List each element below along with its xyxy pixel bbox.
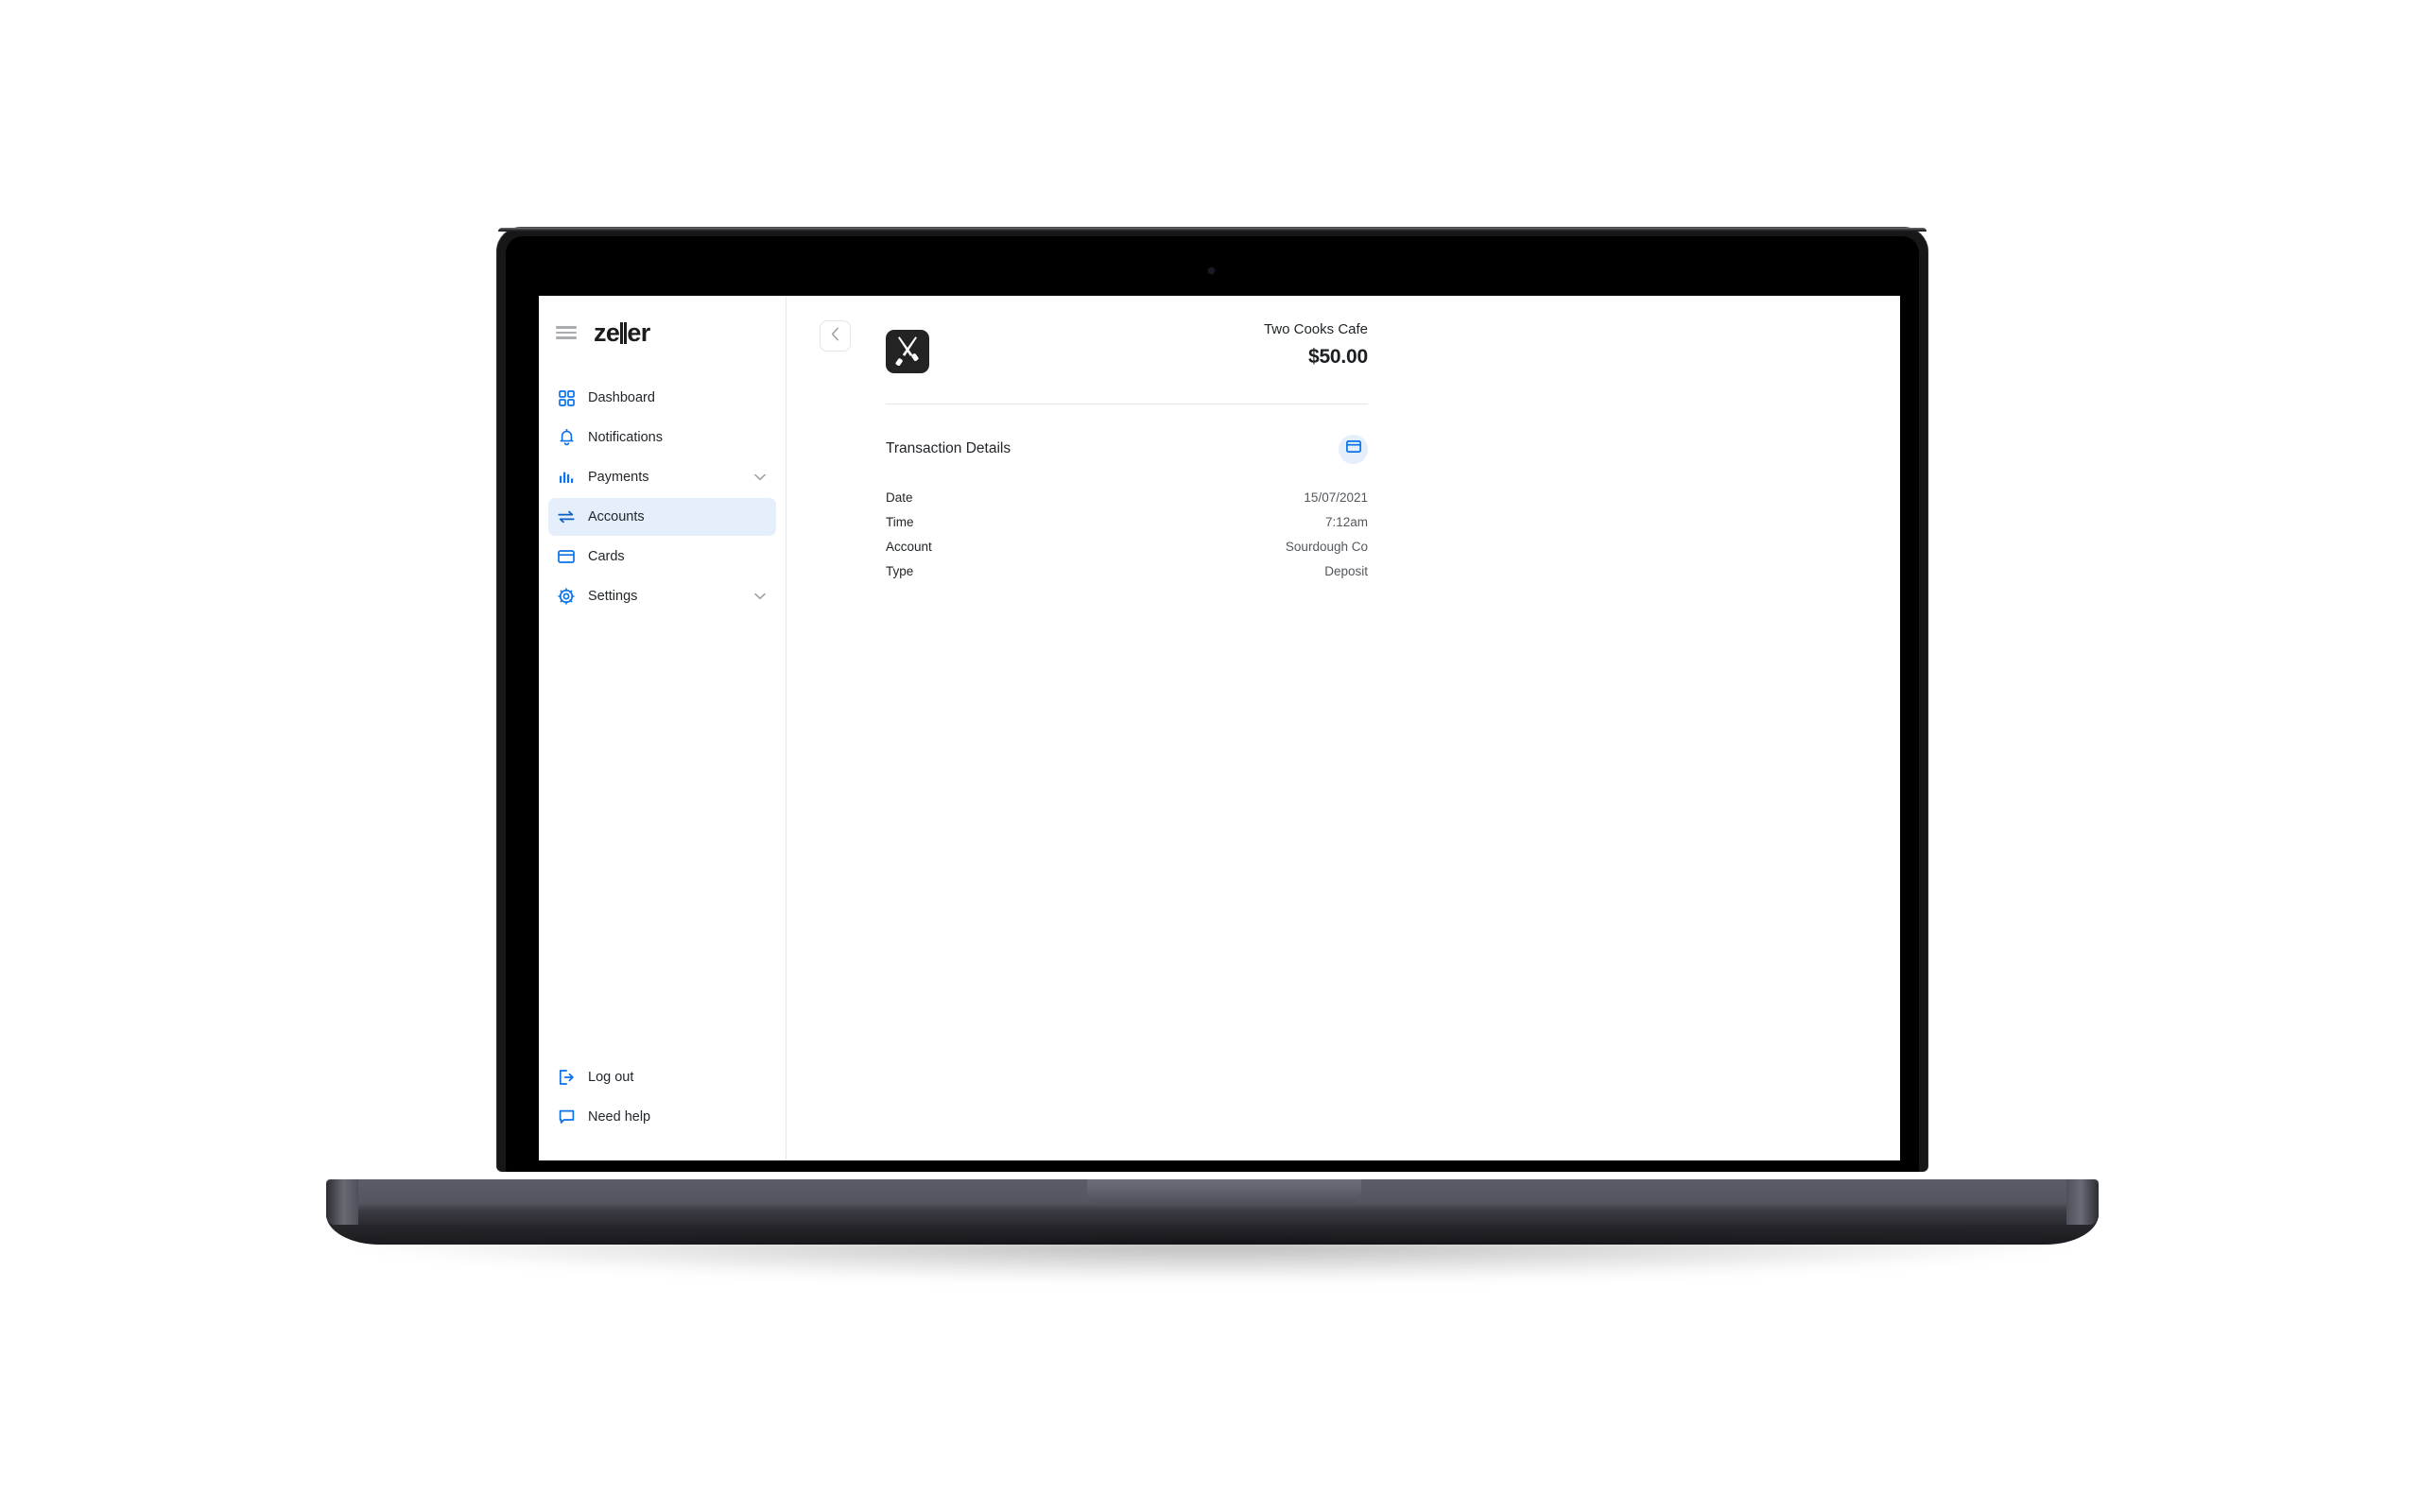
detail-label: Date	[886, 490, 913, 506]
laptop-base-endcap-left	[326, 1179, 358, 1225]
transaction-amount: $50.00	[1307, 345, 1368, 368]
detail-value: 7:12am	[1324, 515, 1368, 530]
screen-viewport: ze er Dashboard Notifications Payments A…	[539, 296, 1900, 1160]
sidebar-item-label: Log out	[588, 1069, 634, 1085]
sidebar-item-logout[interactable]: Log out	[548, 1058, 776, 1096]
merchant-logo	[886, 330, 929, 373]
sidebar-item-notifications[interactable]: Notifications	[548, 419, 776, 456]
sidebar-item-cards[interactable]: Cards	[548, 538, 776, 576]
sidebar-item-settings[interactable]: Settings	[548, 577, 776, 615]
sidebar-item-label: Cards	[588, 548, 625, 564]
detail-label: Time	[886, 515, 914, 530]
detail-value: Deposit	[1324, 564, 1368, 579]
sidebar-item-label: Notifications	[588, 429, 663, 445]
laptop-base-endcap-right	[2066, 1179, 2099, 1225]
sidebar-item-label: Dashboard	[588, 389, 655, 405]
app-root: ze er Dashboard Notifications Payments A…	[539, 296, 1900, 1160]
details-title: Transaction Details	[886, 440, 1011, 457]
laptop-camera-icon	[1208, 267, 1215, 274]
hamburger-icon[interactable]	[556, 324, 577, 341]
card-icon	[1345, 440, 1361, 457]
sidebar-item-label: Need help	[588, 1108, 651, 1125]
details-table: Date 15/07/2021 Time 7:12am Account Sour…	[886, 486, 1368, 584]
crossed-knives-icon	[891, 334, 924, 370]
brand-logo: ze er	[594, 318, 650, 347]
detail-value: 15/07/2021	[1304, 490, 1368, 506]
detail-row-type: Type Deposit	[886, 559, 1368, 584]
transfer-arrows-icon	[556, 507, 577, 527]
chevron-down-icon[interactable]	[753, 590, 767, 603]
transaction-summary: Two Cooks Cafe $50.00	[1264, 318, 1368, 369]
details-title-row: Transaction Details	[886, 433, 1368, 465]
main-content: Two Cooks Cafe $50.00 Transaction Detail…	[786, 296, 1900, 1160]
bell-icon	[556, 427, 577, 448]
brand-logo-part2: er	[627, 318, 650, 347]
transaction-header: Two Cooks Cafe $50.00	[820, 318, 1368, 385]
logout-icon	[556, 1067, 577, 1088]
sidebar-header: ze er	[539, 296, 786, 369]
transaction-details-section: Transaction Details Date 15/07/2021 Time…	[886, 404, 1368, 584]
chevron-left-icon	[831, 327, 839, 346]
bar-chart-icon	[556, 467, 577, 488]
sidebar-item-dashboard[interactable]: Dashboard	[548, 379, 776, 417]
sidebar-item-label: Payments	[588, 469, 649, 485]
back-button[interactable]	[820, 320, 851, 352]
detail-label: Type	[886, 564, 914, 579]
laptop-shadow	[345, 1240, 2080, 1281]
card-icon	[556, 546, 577, 567]
chat-bubble-icon	[556, 1107, 577, 1127]
laptop-base-notch	[1087, 1179, 1361, 1204]
brand-logo-bar-1	[619, 321, 623, 344]
sidebar-footer: Log out Need help	[539, 1058, 786, 1160]
sidebar-item-need-help[interactable]: Need help	[548, 1098, 776, 1136]
payment-method-badge[interactable]	[1339, 434, 1368, 464]
sidebar-nav: Dashboard Notifications Payments Account…	[539, 379, 786, 615]
gear-icon	[556, 586, 577, 607]
sidebar-item-accounts[interactable]: Accounts	[548, 498, 776, 536]
brand-logo-part1: ze	[594, 318, 620, 347]
dashboard-grid-icon	[556, 387, 577, 408]
detail-row-date: Date 15/07/2021	[886, 486, 1368, 510]
sidebar-item-payments[interactable]: Payments	[548, 458, 776, 496]
detail-row-time: Time 7:12am	[886, 510, 1368, 535]
transaction-detail-panel: Two Cooks Cafe $50.00 Transaction Detail…	[820, 296, 1368, 584]
detail-row-account: Account Sourdough Co	[886, 535, 1368, 559]
sidebar: ze er Dashboard Notifications Payments A…	[539, 296, 786, 1160]
detail-value: Sourdough Co	[1285, 540, 1368, 555]
merchant-name: Two Cooks Cafe	[1263, 321, 1368, 337]
detail-label: Account	[886, 540, 932, 555]
laptop-mockup: ze er Dashboard Notifications Payments A…	[0, 0, 2420, 1512]
chevron-down-icon[interactable]	[753, 471, 767, 484]
sidebar-item-label: Accounts	[588, 508, 645, 524]
sidebar-item-label: Settings	[588, 588, 638, 604]
